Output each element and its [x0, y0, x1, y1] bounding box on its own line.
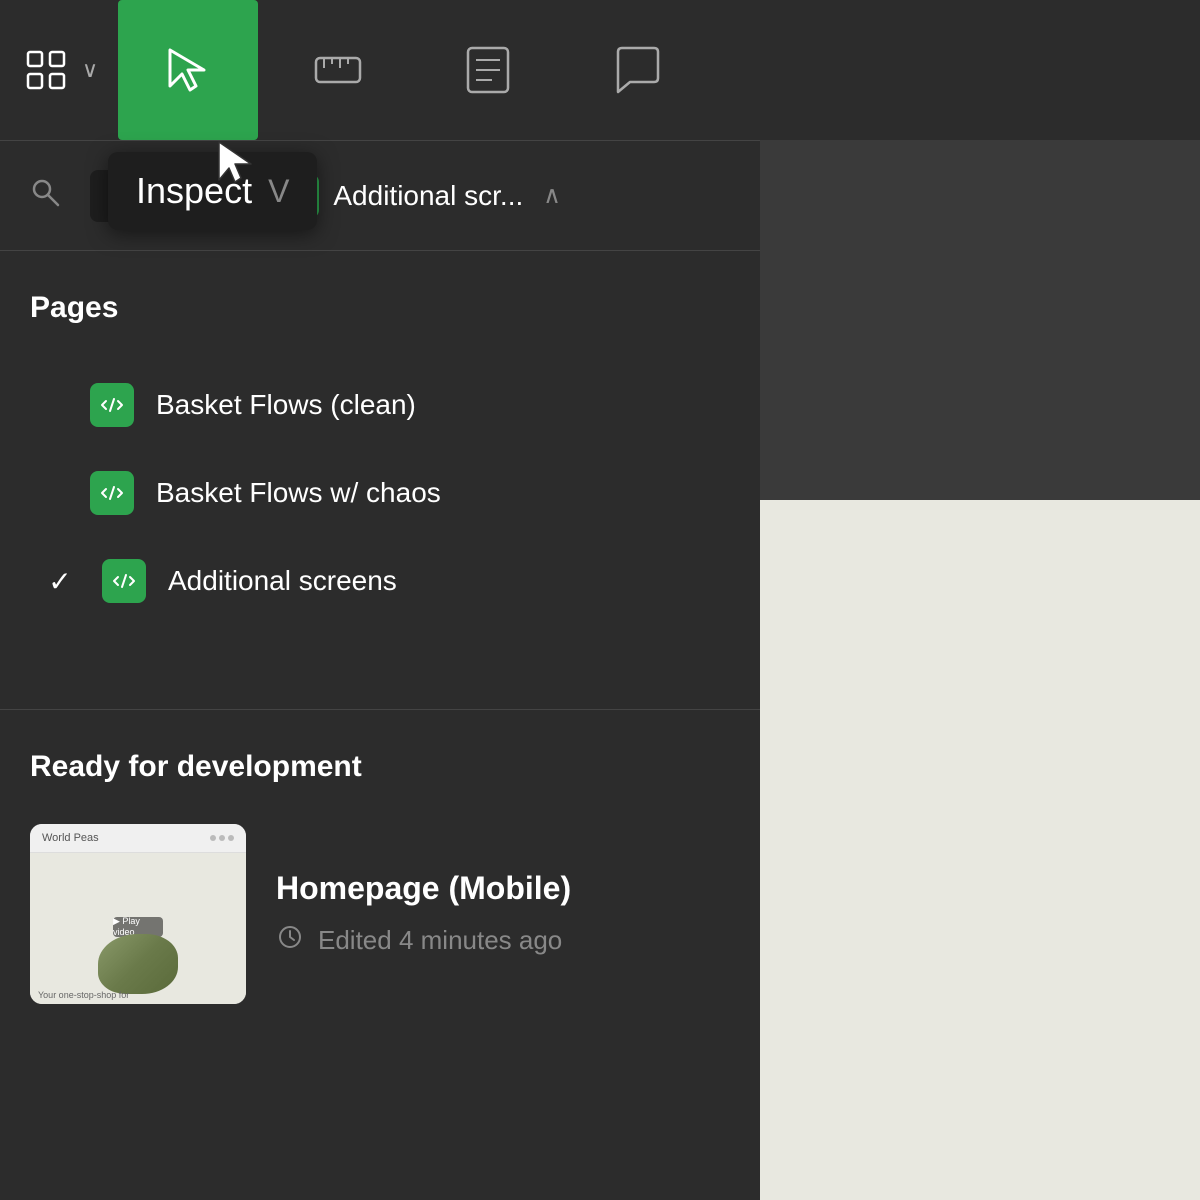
tooltip-label: Inspect: [136, 170, 252, 212]
additional-tab-label: Additional scr...: [333, 180, 523, 212]
thumb-dot-3: [228, 835, 234, 841]
ruler-tool-button[interactable]: [268, 0, 408, 140]
pages-section: Pages Basket Flows (clean) Basket Fl: [0, 251, 760, 669]
thumb-dots: [210, 835, 234, 841]
pages-section-title: Pages: [30, 291, 730, 325]
page-code-icon-2: [90, 471, 134, 515]
page-item-basket-flows-chaos[interactable]: Basket Flows w/ chaos: [30, 453, 730, 533]
thumb-header: World Peas: [30, 824, 246, 853]
card-meta-text: Edited 4 minutes ago: [318, 925, 562, 956]
page-item-label-1: Basket Flows (clean): [156, 389, 416, 421]
thumbnail: World Peas ▶ Play video Your one-stop-sh…: [30, 824, 246, 1004]
comment-tool-button[interactable]: [568, 0, 708, 140]
thumb-body: ▶ Play video Your one-stop-shop for: [30, 853, 246, 1004]
thumb-footer: Your one-stop-shop for: [38, 990, 238, 1000]
card-title: Homepage (Mobile): [276, 870, 571, 907]
thumb-dot-1: [210, 835, 216, 841]
card-meta: Edited 4 minutes ago: [276, 923, 571, 958]
thumb-dot-2: [219, 835, 225, 841]
section-divider: [0, 709, 760, 710]
page-code-icon-1: [90, 383, 134, 427]
logo-chevron[interactable]: ∨: [82, 57, 98, 83]
page-item-label-2: Basket Flows w/ chaos: [156, 477, 441, 509]
page-code-icon-3: [102, 559, 146, 603]
card-info: Homepage (Mobile) Edited 4 minutes ago: [276, 870, 571, 958]
toolbar: ∨: [0, 0, 1200, 140]
homepage-mobile-card[interactable]: World Peas ▶ Play video Your one-stop-sh…: [30, 824, 730, 1004]
document-tool-button[interactable]: [418, 0, 558, 140]
page-item-basket-flows-clean[interactable]: Basket Flows (clean): [30, 365, 730, 445]
right-panel-top: [760, 140, 1200, 500]
thumb-rock-image: [98, 934, 178, 994]
inspect-tool-button[interactable]: [118, 0, 258, 140]
clock-icon: [276, 923, 304, 958]
page-item-additional-screens[interactable]: ✓ Additional screens: [30, 541, 730, 621]
figma-logo[interactable]: [20, 44, 72, 96]
right-panel-bottom: [760, 500, 1200, 1200]
logo-area: ∨: [20, 44, 98, 96]
thumb-title: World Peas: [42, 832, 99, 844]
ready-section-title: Ready for development: [30, 750, 730, 784]
selected-checkmark: ✓: [40, 565, 80, 598]
ready-for-development-section: Ready for development World Peas ▶ Play …: [0, 750, 760, 1004]
left-panel: Inspect V Additional scr... ∧ Pages: [0, 140, 760, 1200]
additional-screens-tab[interactable]: Additional scr... ∧: [275, 174, 560, 218]
right-panel: [760, 140, 1200, 1200]
additional-tab-chevron: ∧: [543, 181, 561, 210]
search-icon[interactable]: [30, 177, 60, 215]
tooltip-shortcut: V: [268, 173, 289, 210]
page-item-label-3: Additional screens: [168, 565, 397, 597]
inspect-tooltip: Inspect V: [108, 152, 317, 230]
